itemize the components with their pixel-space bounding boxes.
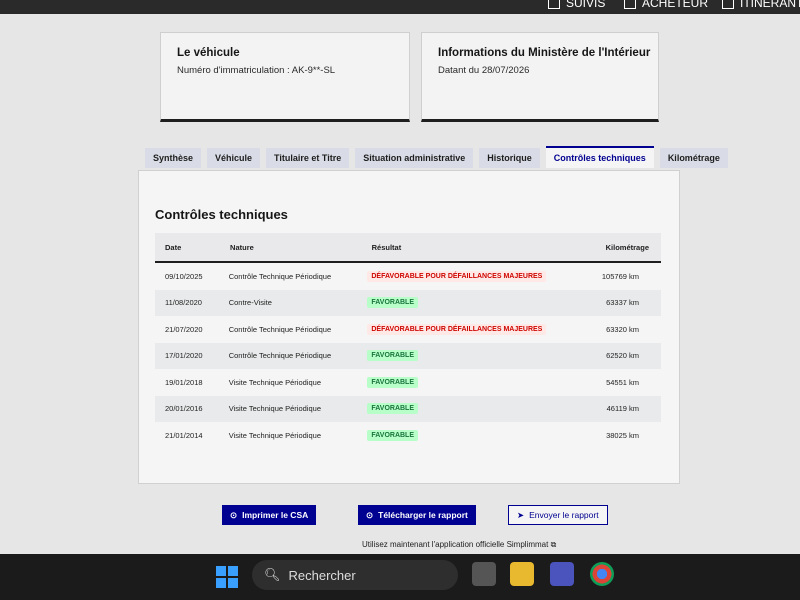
- row-result: FAVORABLE: [367, 403, 560, 415]
- tab-kilometrage[interactable]: Kilométrage: [659, 148, 728, 168]
- row-km: 38025 km: [606, 430, 639, 440]
- controles-panel: Contrôles techniques Date Nature Résulta…: [138, 170, 680, 484]
- result-badge: FAVORABLE: [367, 403, 418, 415]
- table-row: 19/01/2018 Visite Technique Périodique FAV…: [155, 369, 661, 396]
- row-date: 21/01/2014: [165, 430, 203, 440]
- table-row: 11/08/2020 Contre-Visite FAVORABLE 63337 km: [155, 289, 661, 316]
- table-row: 20/01/2016 Visite Technique Périodique FAV…: [155, 395, 661, 422]
- vehicle-card-title: Le véhicule: [177, 47, 240, 59]
- checkbox-icon: [548, 0, 560, 9]
- top-nav: SUIVIS ACHETEUR ITINÉRANT: [0, 0, 800, 14]
- row-nature: Visite Technique Périodique: [228, 404, 321, 414]
- teams-icon[interactable]: [550, 562, 574, 586]
- taskbar-search[interactable]: 🔍︎ Rechercher: [252, 560, 458, 590]
- checkbox-icon: [722, 0, 734, 9]
- tab-historique[interactable]: Historique: [479, 148, 540, 168]
- row-nature: Contrôle Technique Périodique: [228, 324, 332, 334]
- row-nature: Visite Technique Périodique: [228, 430, 321, 440]
- table-row: 17/01/2020 Contrôle Technique Périodique F…: [155, 342, 661, 369]
- ministry-card: Informations du Ministère de l'Intérieur…: [421, 32, 659, 122]
- row-nature: Visite Technique Périodique: [228, 377, 321, 387]
- table-row: 21/01/2014 Visite Technique Périodique FAV…: [155, 422, 661, 449]
- result-badge: FAVORABLE: [367, 350, 418, 362]
- download-icon: ⊙: [366, 510, 374, 520]
- checkbox-icon: [624, 0, 636, 9]
- send-report-button[interactable]: ➤ Envoyer le rapport: [508, 505, 608, 525]
- nav-suivis[interactable]: SUIVIS: [548, 0, 605, 10]
- result-badge: DÉFAVORABLE POUR DÉFAILLANCES MAJEURES: [367, 323, 547, 335]
- row-result: FAVORABLE: [367, 297, 560, 309]
- tab-situation-administrative[interactable]: Situation administrative: [355, 148, 474, 168]
- tab-bar: Synthèse Véhicule Titulaire et Titre Sit…: [145, 146, 728, 168]
- header-result: Résultat: [371, 242, 402, 252]
- row-km: 63337 km: [606, 298, 639, 308]
- send-icon: ➤: [517, 510, 525, 520]
- row-date: 09/10/2025: [165, 271, 203, 281]
- footer-app-link[interactable]: Utilisez maintenant l'application offici…: [362, 540, 556, 550]
- header-nature: Nature: [230, 242, 254, 252]
- row-km: 54551 km: [606, 377, 639, 387]
- print-csa-button[interactable]: ⊙ Imprimer le CSA: [222, 505, 317, 525]
- row-km: 46119 km: [606, 404, 639, 414]
- nav-itinerant[interactable]: ITINÉRANT: [722, 0, 800, 10]
- windows-start-icon[interactable]: [216, 566, 238, 588]
- vehicle-card: Le véhicule Numéro d'immatriculation : A…: [160, 32, 410, 122]
- file-explorer-icon[interactable]: [510, 562, 534, 586]
- vehicle-plate: Numéro d'immatriculation : AK-9**-SL: [177, 65, 336, 76]
- row-nature: Contrôle Technique Périodique: [228, 351, 332, 361]
- row-date: 21/07/2020: [165, 324, 203, 334]
- result-badge: FAVORABLE: [367, 376, 418, 388]
- row-km: 105769 km: [601, 271, 639, 281]
- section-title: Contrôles techniques: [155, 207, 288, 222]
- search-icon: 🔍︎: [264, 567, 281, 582]
- table-row: 09/10/2025 Contrôle Technique Périodique D…: [155, 263, 661, 290]
- row-nature: Contrôle Technique Périodique: [228, 271, 332, 281]
- table-header: Date Nature Résultat Kilométrage: [155, 233, 661, 263]
- external-link-icon: ⧉: [550, 540, 557, 549]
- chrome-icon[interactable]: [590, 562, 614, 586]
- download-report-button[interactable]: ⊙ Télécharger le rapport: [358, 505, 476, 525]
- row-date: 17/01/2020: [165, 351, 203, 361]
- row-nature: Contre-Visite: [228, 298, 272, 308]
- ministry-date: Datant du 28/07/2026: [438, 65, 530, 76]
- row-date: 20/01/2016: [165, 404, 203, 414]
- result-badge: FAVORABLE: [367, 429, 418, 441]
- tab-vehicule[interactable]: Véhicule: [207, 148, 261, 168]
- nav-acheteur[interactable]: ACHETEUR: [624, 0, 708, 10]
- row-date: 11/08/2020: [165, 298, 202, 308]
- row-result: FAVORABLE: [367, 350, 560, 362]
- table-row: 21/07/2020 Contrôle Technique Périodique D…: [155, 316, 661, 343]
- ministry-card-title: Informations du Ministère de l'Intérieur: [438, 47, 651, 59]
- result-badge: FAVORABLE: [367, 297, 418, 309]
- row-date: 19/01/2018: [165, 377, 203, 387]
- row-result: FAVORABLE: [367, 376, 560, 388]
- row-result: DÉFAVORABLE POUR DÉFAILLANCES MAJEURES: [367, 270, 560, 282]
- tab-synthese[interactable]: Synthèse: [145, 148, 202, 168]
- tab-titulaire[interactable]: Titulaire et Titre: [266, 148, 350, 168]
- controles-table: Date Nature Résultat Kilométrage 09/10/2…: [155, 233, 661, 449]
- row-km: 63320 km: [606, 324, 639, 334]
- row-result: FAVORABLE: [367, 429, 560, 441]
- row-km: 62520 km: [606, 351, 639, 361]
- tab-controles-techniques[interactable]: Contrôles techniques: [545, 146, 654, 168]
- task-view-icon[interactable]: [472, 562, 496, 586]
- header-km: Kilométrage: [605, 242, 649, 252]
- print-icon: ⊙: [230, 510, 238, 520]
- row-result: DÉFAVORABLE POUR DÉFAILLANCES MAJEURES: [367, 323, 560, 335]
- result-badge: DÉFAVORABLE POUR DÉFAILLANCES MAJEURES: [367, 270, 547, 282]
- header-date: Date: [165, 242, 182, 252]
